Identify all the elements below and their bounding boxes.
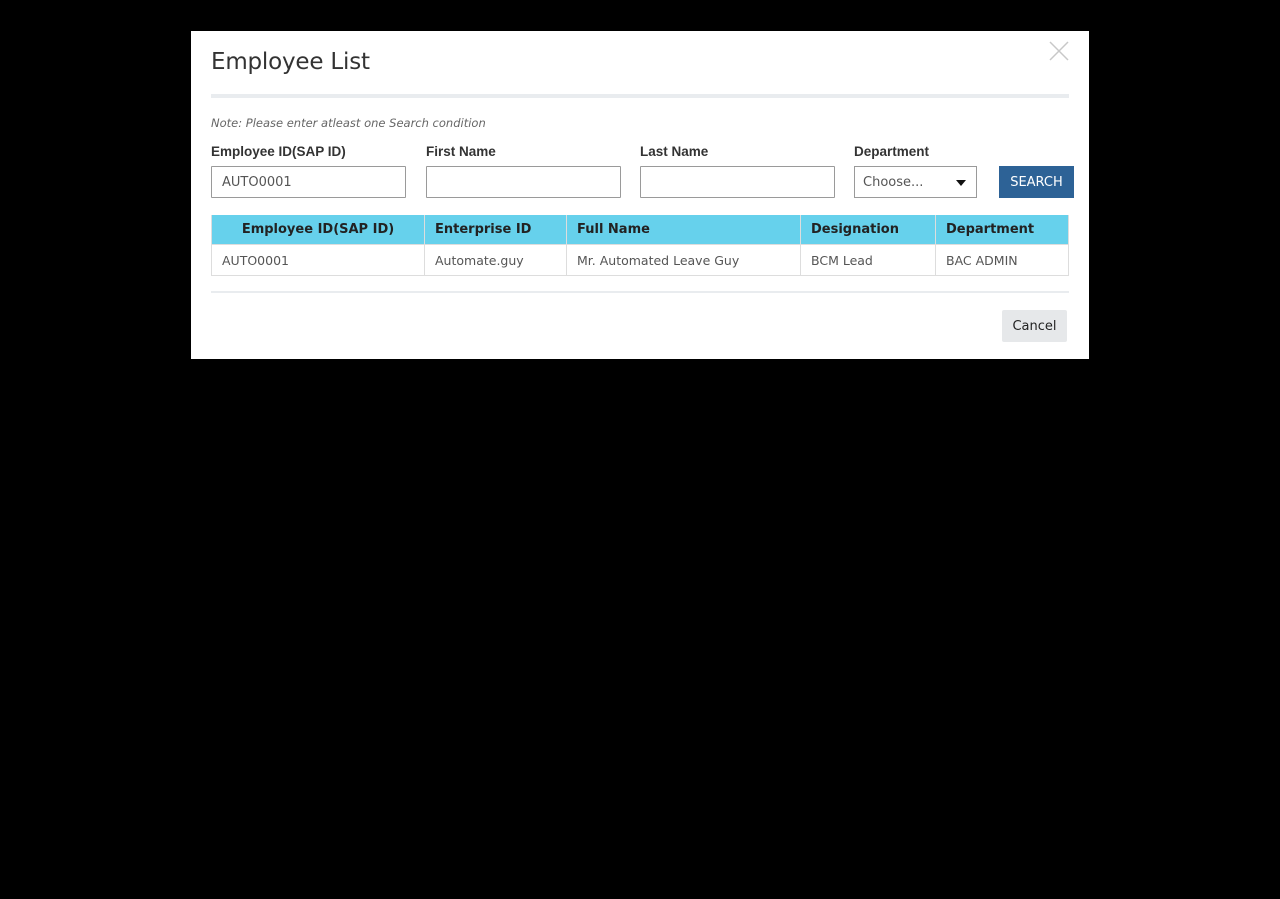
last-name-label: Last Name — [640, 144, 709, 159]
table-header-row: Employee ID(SAP ID) Enterprise ID Full N… — [211, 215, 1069, 245]
column-header-enterprise-id[interactable]: Enterprise ID — [424, 215, 567, 245]
department-select[interactable]: Choose... — [854, 166, 977, 198]
employee-table: Employee ID(SAP ID) Enterprise ID Full N… — [211, 215, 1069, 276]
cell-enterprise-id: Automate.guy — [424, 244, 567, 276]
cell-department: BAC ADMIN — [935, 244, 1069, 276]
cell-employee-id: AUTO0001 — [211, 244, 425, 276]
department-select-value: Choose... — [863, 175, 924, 190]
cancel-button[interactable]: Cancel — [1002, 310, 1067, 342]
first-name-label: First Name — [426, 144, 496, 159]
column-header-department[interactable]: Department — [935, 215, 1069, 245]
cell-full-name: Mr. Automated Leave Guy — [566, 244, 801, 276]
column-header-designation[interactable]: Designation — [800, 215, 936, 245]
first-name-input[interactable] — [426, 166, 621, 198]
last-name-input[interactable] — [640, 166, 835, 198]
modal-title: Employee List — [211, 49, 370, 75]
title-divider — [211, 94, 1069, 98]
table-row[interactable]: AUTO0001 Automate.guy Mr. Automated Leav… — [211, 244, 1069, 276]
close-icon[interactable] — [1048, 40, 1070, 62]
department-label: Department — [854, 144, 930, 159]
column-header-full-name[interactable]: Full Name — [566, 215, 801, 245]
footer-divider — [211, 291, 1069, 293]
employee-id-input[interactable] — [211, 166, 406, 198]
search-button[interactable]: SEARCH — [999, 166, 1074, 198]
column-header-employee-id[interactable]: Employee ID(SAP ID) — [211, 215, 425, 245]
search-note: Note: Please enter atleast one Search co… — [211, 116, 486, 130]
chevron-down-icon — [956, 180, 966, 186]
cell-designation: BCM Lead — [800, 244, 936, 276]
employee-id-label: Employee ID(SAP ID) — [211, 144, 346, 159]
employee-list-modal: Employee List Note: Please enter atleast… — [191, 31, 1089, 359]
